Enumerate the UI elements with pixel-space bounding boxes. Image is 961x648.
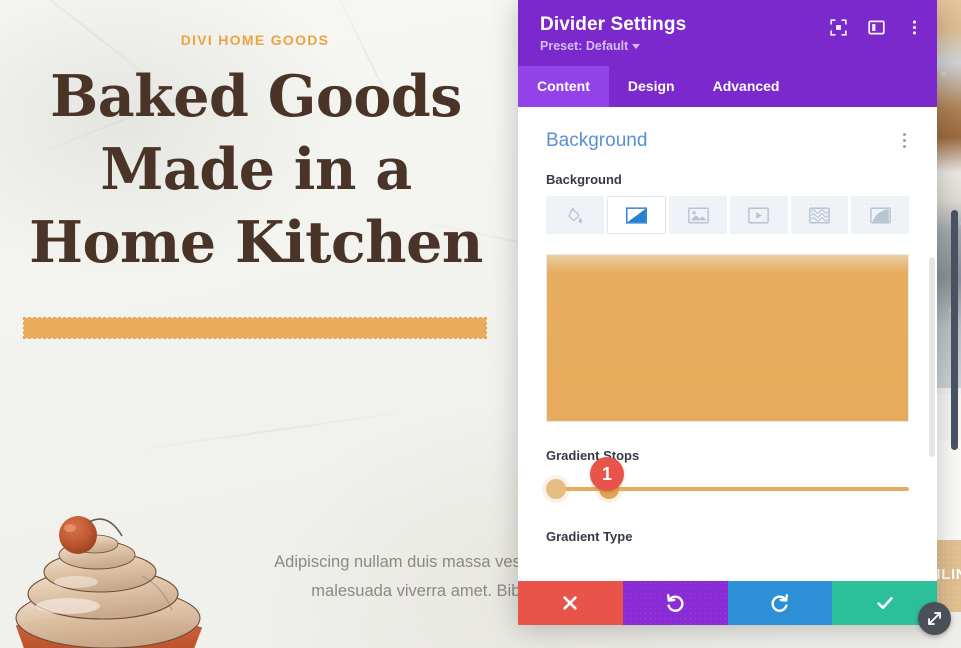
background-field-label: Background	[546, 172, 622, 187]
undo-icon	[667, 594, 684, 612]
page-scrollbar[interactable]	[951, 210, 958, 450]
modal-header: Divider Settings Preset: Default	[518, 0, 937, 66]
background-mask-icon[interactable]	[851, 196, 910, 234]
redo-button[interactable]	[727, 581, 833, 625]
gradient-preview-swatch[interactable]	[546, 254, 909, 422]
paper-crease	[121, 409, 419, 453]
annotation-badge-1: 1	[590, 457, 624, 491]
gradient-stop-handle-1[interactable]	[546, 479, 566, 499]
headline-line-3: Home Kitchen	[29, 209, 483, 276]
close-icon	[563, 596, 578, 610]
divider-settings-modal: Divider Settings Preset: Default Content…	[518, 0, 937, 625]
background-type-selector	[546, 196, 910, 234]
redo-icon	[771, 594, 788, 612]
page-eyebrow: DIVI HOME GOODS	[180, 32, 330, 48]
divider-module[interactable]	[23, 317, 487, 339]
tab-design[interactable]: Design	[609, 66, 694, 107]
background-image-icon[interactable]	[669, 196, 728, 234]
background-color-icon[interactable]	[546, 196, 604, 234]
resize-diagonal-icon	[928, 612, 941, 625]
modal-header-actions	[830, 19, 923, 36]
undo-button[interactable]	[622, 581, 728, 625]
screen-root: DIVI HOME GOODS Baked Goods Made in a Ho…	[0, 0, 961, 648]
background-video-icon[interactable]	[730, 196, 788, 234]
tab-content[interactable]: Content	[518, 66, 609, 107]
modal-scrollbar[interactable]	[929, 257, 935, 457]
background-section-header: Background	[546, 107, 909, 152]
gradient-type-label: Gradient Type	[546, 529, 633, 544]
focus-icon[interactable]	[830, 19, 847, 36]
preset-label: Preset: Default	[540, 39, 629, 53]
background-pattern-icon[interactable]	[790, 196, 849, 234]
modal-body: Background Background Gradient Stops Gra…	[518, 107, 937, 581]
section-title[interactable]: Background	[546, 130, 647, 152]
more-options-icon[interactable]	[906, 19, 923, 36]
modal-tabs: Content Design Advanced	[518, 66, 937, 107]
tab-advanced[interactable]: Advanced	[694, 66, 799, 107]
headline-line-2: Made in a	[100, 136, 412, 203]
page-headline: Baked Goods Made in a Home Kitchen	[0, 60, 512, 279]
cupcake-illustration	[15, 516, 203, 648]
cancel-button[interactable]	[518, 581, 623, 625]
chevron-down-icon	[632, 43, 641, 49]
section-options-icon[interactable]	[900, 129, 909, 152]
preset-selector[interactable]: Preset: Default	[540, 39, 641, 53]
background-gradient-icon[interactable]	[606, 196, 667, 234]
modal-footer	[518, 581, 937, 625]
layout-panel-icon[interactable]	[868, 19, 885, 36]
resize-handle[interactable]	[918, 602, 951, 635]
headline-line-1: Baked Goods	[50, 63, 462, 130]
checkmark-icon	[876, 597, 893, 610]
